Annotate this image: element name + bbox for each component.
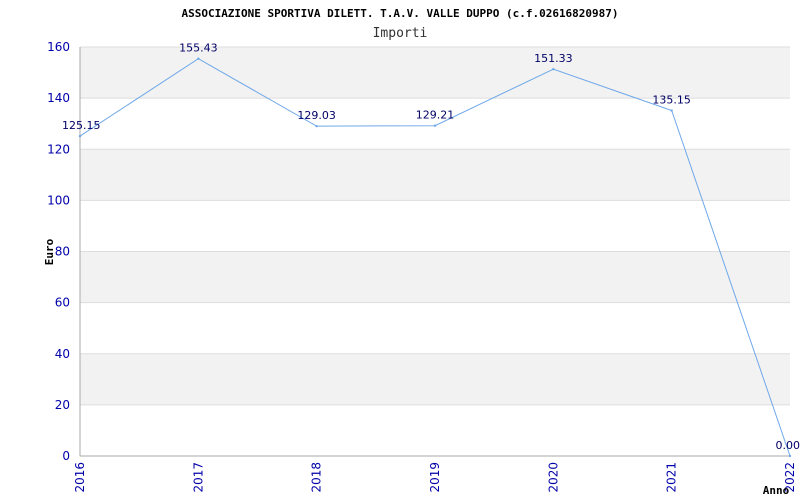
data-label-2017: 155.43 — [179, 42, 218, 55]
x-tick-label-2017: 2017 — [191, 462, 205, 493]
data-label-2021: 135.15 — [652, 94, 691, 107]
data-point-2021 — [670, 109, 673, 112]
y-tick-label-120: 120 — [47, 142, 70, 156]
data-point-2022 — [788, 454, 792, 458]
y-tick-label-160: 160 — [47, 40, 70, 54]
band-60-80 — [80, 251, 790, 303]
data-label-2022: 0.00 — [776, 439, 800, 452]
data-point-2018 — [315, 124, 318, 128]
y-tick-label-20: 20 — [55, 398, 70, 412]
band-20-40 — [80, 353, 790, 405]
x-tick-label-2019: 2019 — [428, 462, 442, 493]
data-point-2017 — [197, 57, 200, 60]
data-label-2016: 125.15 — [62, 119, 101, 132]
x-axis-label: Anno — [763, 484, 790, 497]
x-tick-label-2018: 2018 — [310, 462, 324, 493]
y-tick-label-140: 140 — [47, 91, 70, 105]
x-tick-label-2021: 2021 — [665, 462, 679, 493]
y-tick-label-0: 0 — [62, 449, 70, 463]
data-label-2018: 129.03 — [297, 109, 336, 122]
data-label-2020: 151.33 — [534, 52, 573, 65]
y-tick-label-80: 80 — [55, 245, 70, 259]
y-tick-label-40: 40 — [55, 347, 70, 361]
y-axis-label: Euro — [43, 238, 56, 265]
y-tick-label-60: 60 — [55, 296, 70, 310]
x-tick-labels: 2016 2017 2018 2019 2020 2021 2022 — [73, 462, 797, 493]
chart-title: ASSOCIAZIONE SPORTIVA DILETT. T.A.V. VAL… — [181, 7, 618, 20]
y-tick-label-100: 100 — [47, 193, 70, 207]
x-tick-label-2020: 2020 — [546, 462, 560, 493]
data-point-2019 — [433, 124, 437, 127]
data-point-2020 — [552, 67, 555, 71]
data-point-2016 — [78, 134, 82, 138]
x-tick-label-2016: 2016 — [73, 462, 87, 493]
data-label-2019: 129.21 — [416, 109, 455, 122]
band-100-120 — [80, 149, 790, 201]
line-chart: 0 20 40 60 80 100 120 140 160 2016 2017 2018 2019 20… — [43, 7, 800, 497]
chart-subtitle: Importi — [373, 26, 428, 41]
